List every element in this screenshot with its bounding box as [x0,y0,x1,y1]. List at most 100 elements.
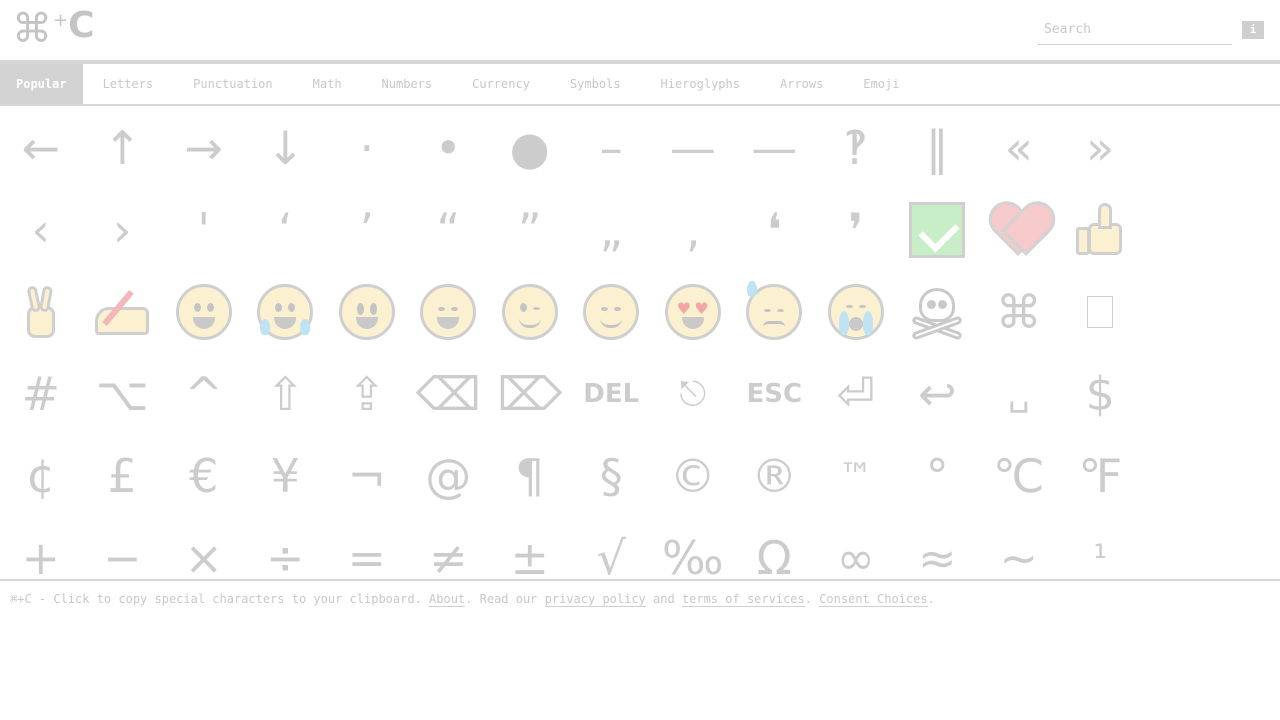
char-square-root[interactable]: √ [571,517,653,580]
char-pilcrow[interactable]: ¶ [489,435,571,517]
writing-hand-icon[interactable] [82,271,164,353]
char-yen[interactable]: ¥ [245,435,327,517]
tab-emoji[interactable]: Emoji [843,64,919,104]
char-copyright[interactable]: © [652,435,734,517]
grinning-face-icon[interactable] [163,271,245,353]
char-caret[interactable]: ^ [163,353,245,435]
char-caps-lock-key[interactable]: ⇪ [326,353,408,435]
char-apostrophe[interactable]: ' [163,189,245,271]
char-minus[interactable]: − [82,517,164,580]
char-horizontal-bar[interactable]: — [734,107,816,189]
char-registered[interactable]: ® [734,435,816,517]
char-heavy-right-quote[interactable]: ❜ [815,189,897,271]
command-key-icon[interactable]: ⌘ [978,271,1060,353]
char-omega[interactable]: Ω [734,517,816,580]
char-option-key[interactable]: ⌥ [82,353,164,435]
smiling-face-icon[interactable] [571,271,653,353]
empty-box-icon[interactable] [1060,271,1142,353]
loudly-crying-face-icon[interactable] [815,271,897,353]
char-low-double-quote[interactable]: „ [571,189,653,271]
about-link[interactable]: About [429,592,466,607]
tab-punctuation[interactable]: Punctuation [173,64,292,104]
thumbs-up-icon[interactable] [1060,189,1142,271]
char-down-arrow[interactable]: ↓ [245,107,327,189]
char-multiply[interactable]: × [163,517,245,580]
char-heavy-left-quote[interactable]: ❛ [734,189,816,271]
face-with-tears-of-joy-icon[interactable] [245,271,327,353]
grinning-face-smiling-eyes-icon[interactable] [408,271,490,353]
char-right-double-quote[interactable]: ” [489,189,571,271]
char-not-sign[interactable]: ¬ [326,435,408,517]
char-per-mille[interactable]: ‰ [652,517,734,580]
char-em-dash[interactable]: — [652,107,734,189]
char-bullet[interactable]: • [408,107,490,189]
char-at-sign[interactable]: @ [408,435,490,517]
tab-letters[interactable]: Letters [83,64,174,104]
char-space-symbol[interactable]: ␣ [978,353,1060,435]
char-celsius[interactable]: ℃ [978,435,1060,517]
char-degree[interactable]: ° [897,435,979,517]
char-trademark[interactable]: ™ [815,435,897,517]
tab-numbers[interactable]: Numbers [362,64,453,104]
downcast-face-sweat-icon[interactable] [734,271,816,353]
char-pound[interactable]: £ [82,435,164,517]
char-cent[interactable]: ¢ [0,435,82,517]
check-mark-button-icon[interactable] [897,189,979,271]
red-heart-icon[interactable] [978,189,1060,271]
char-left-double-quote[interactable]: “ [408,189,490,271]
tab-math[interactable]: Math [293,64,362,104]
char-dollar[interactable]: $ [1060,353,1142,435]
consent-choices-link[interactable]: Consent Choices [819,592,928,607]
tab-symbols[interactable]: Symbols [550,64,641,104]
char-divide[interactable]: ÷ [245,517,327,580]
char-right-arrow[interactable]: → [163,107,245,189]
char-number-sign[interactable]: # [0,353,82,435]
char-low-single-quote[interactable]: ‚ [652,189,734,271]
char-double-vertical-line[interactable]: ‖ [897,107,979,189]
char-backspace-key[interactable]: ⌫ [408,353,490,435]
heart-eyes-face-icon[interactable]: ♥ ♥ [652,271,734,353]
grinning-face-big-eyes-icon[interactable] [326,271,408,353]
char-right-single-quote[interactable]: ’ [326,189,408,271]
char-plus-minus[interactable]: ± [489,517,571,580]
char-equals[interactable]: = [326,517,408,580]
char-hooked-arrow[interactable]: ↩ [897,353,979,435]
char-black-circle[interactable]: ● [489,107,571,189]
char-shift-key[interactable]: ⇧ [245,353,327,435]
char-escape-key[interactable]: ⎋ [652,353,734,435]
char-almost-equal[interactable]: ≈ [897,517,979,580]
terms-link[interactable]: terms of services [681,592,805,607]
victory-hand-icon[interactable] [0,271,82,353]
char-left-single-quote[interactable]: ‘ [245,189,327,271]
char-right-guillemet[interactable]: » [1060,107,1142,189]
char-en-dash[interactable]: – [571,107,653,189]
privacy-policy-link[interactable]: privacy policy [544,592,646,607]
info-button[interactable]: i [1242,21,1264,39]
tab-currency[interactable]: Currency [452,64,550,104]
char-del-text[interactable]: DEL [571,353,653,435]
char-section[interactable]: § [571,435,653,517]
char-tilde[interactable]: ~ [978,517,1060,580]
char-superscript-one[interactable]: ¹ [1060,517,1142,580]
char-up-arrow[interactable]: ↑ [82,107,164,189]
char-not-equal[interactable]: ≠ [408,517,490,580]
char-middle-dot[interactable]: · [326,107,408,189]
tab-arrows[interactable]: Arrows [760,64,843,104]
char-single-left-angle-quote[interactable]: ‹ [0,189,82,271]
char-left-arrow[interactable]: ← [0,107,82,189]
char-plus[interactable]: + [0,517,82,580]
winking-face-icon[interactable] [489,271,571,353]
char-euro[interactable]: € [163,435,245,517]
tab-hieroglyphs[interactable]: Hieroglyphs [641,64,760,104]
tab-popular[interactable]: Popular [0,64,83,104]
skull-crossbones-icon[interactable] [897,271,979,353]
char-return-key[interactable]: ⏎ [815,353,897,435]
char-esc-text[interactable]: ESC [734,353,816,435]
search-input[interactable] [1038,15,1232,45]
site-logo[interactable]: ⌘ + C [12,6,95,53]
char-fahrenheit[interactable]: ℉ [1060,435,1142,517]
char-delete-key[interactable]: ⌦ [489,353,571,435]
char-infinity[interactable]: ∞ [815,517,897,580]
char-interrobang[interactable]: ‽ [815,107,897,189]
char-left-guillemet[interactable]: « [978,107,1060,189]
